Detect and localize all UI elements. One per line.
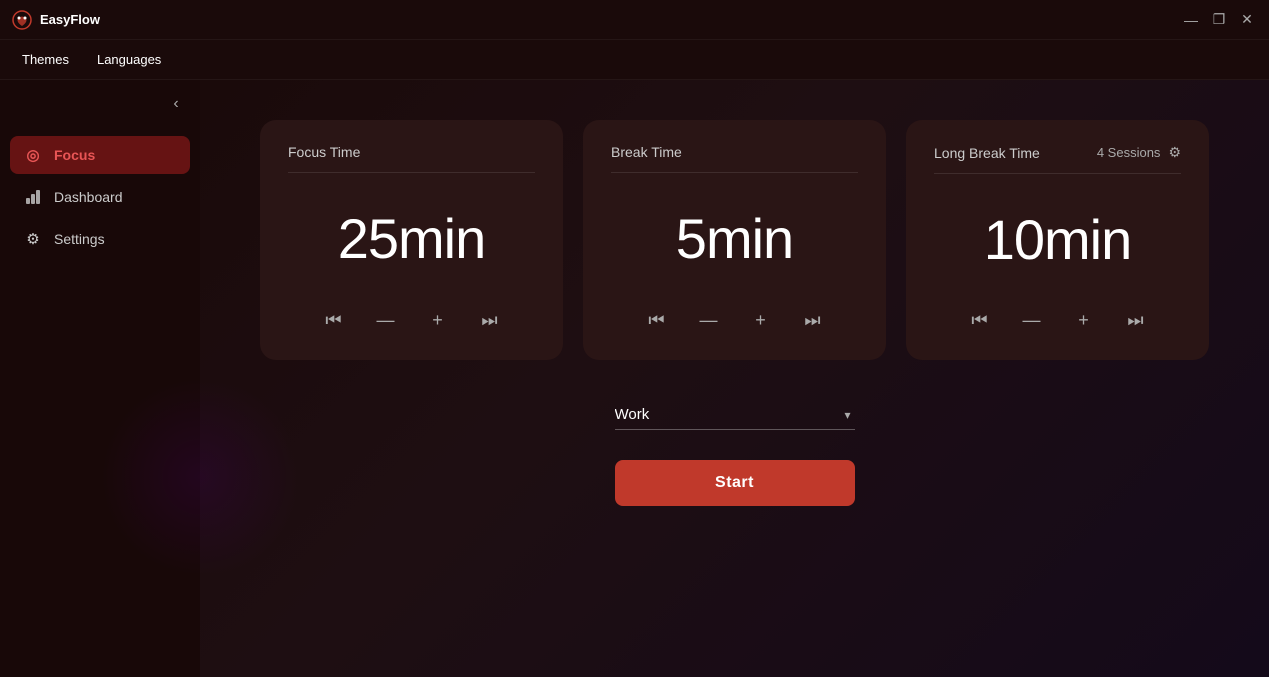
break-plus-button[interactable]: + [745, 304, 777, 336]
menu-themes[interactable]: Themes [8, 46, 83, 73]
long-break-time-display: 10min [984, 190, 1132, 288]
long-break-time-controls: ⏮ — + ⏭ [964, 304, 1152, 336]
work-dropdown-wrapper: Work Study Personal Exercise ▾ [615, 400, 855, 430]
focus-skip-back-button[interactable]: ⏮ [318, 304, 350, 336]
content-area: Focus Time 25min ⏮ — + ⏭ Break Time 5min… [200, 80, 1269, 677]
focus-icon: ◎ [24, 146, 42, 164]
break-skip-back-button[interactable]: ⏮ [641, 304, 673, 336]
long-break-time-title: Long Break Time [934, 145, 1040, 161]
long-break-skip-back-button[interactable]: ⏮ [964, 304, 996, 336]
break-minus-button[interactable]: — [693, 304, 725, 336]
sidebar: ‹ ◎ Focus Dashboard ⚙ Settings [0, 80, 200, 677]
titlebar: EasyFlow — ❐ ✕ [0, 0, 1269, 40]
menu-languages[interactable]: Languages [83, 46, 175, 73]
close-button[interactable]: ✕ [1237, 10, 1257, 30]
sessions-count-label: 4 Sessions [1097, 145, 1161, 160]
sidebar-item-dashboard[interactable]: Dashboard [10, 178, 190, 216]
main-layout: ‹ ◎ Focus Dashboard ⚙ Settings [0, 80, 1269, 677]
sidebar-nav: ◎ Focus Dashboard ⚙ Settings [0, 136, 200, 258]
long-break-time-card: Long Break Time 4 Sessions ⚙ 10min ⏮ — +… [906, 120, 1209, 360]
minimize-button[interactable]: — [1181, 10, 1201, 30]
long-break-minus-button[interactable]: — [1016, 304, 1048, 336]
focus-time-card: Focus Time 25min ⏮ — + ⏭ [260, 120, 563, 360]
sessions-gear-icon[interactable]: ⚙ [1168, 144, 1181, 161]
long-break-plus-button[interactable]: + [1068, 304, 1100, 336]
titlebar-controls: — ❐ ✕ [1181, 10, 1257, 30]
sidebar-collapse-button[interactable]: ‹ [162, 90, 190, 118]
break-time-controls: ⏮ — + ⏭ [641, 304, 829, 336]
app-title: EasyFlow [40, 12, 100, 27]
focus-skip-forward-button[interactable]: ⏭ [474, 304, 506, 336]
focus-time-controls: ⏮ — + ⏭ [318, 304, 506, 336]
sessions-info: 4 Sessions ⚙ [1097, 144, 1181, 161]
break-time-card: Break Time 5min ⏮ — + ⏭ [583, 120, 886, 360]
break-skip-forward-button[interactable]: ⏭ [797, 304, 829, 336]
focus-time-title: Focus Time [288, 144, 360, 160]
long-break-time-card-header: Long Break Time 4 Sessions ⚙ [934, 144, 1181, 174]
sidebar-item-settings-label: Settings [54, 231, 105, 247]
work-dropdown[interactable]: Work Study Personal Exercise [615, 400, 855, 430]
break-time-card-header: Break Time [611, 144, 858, 173]
break-time-title: Break Time [611, 144, 682, 160]
sidebar-item-settings[interactable]: ⚙ Settings [10, 220, 190, 258]
sidebar-item-dashboard-label: Dashboard [54, 189, 123, 205]
break-time-display: 5min [676, 189, 793, 288]
focus-time-card-header: Focus Time [288, 144, 535, 173]
dashboard-icon [24, 188, 42, 206]
cards-row: Focus Time 25min ⏮ — + ⏭ Break Time 5min… [260, 120, 1209, 360]
app-logo-icon [12, 10, 32, 30]
titlebar-left: EasyFlow [12, 10, 100, 30]
focus-minus-button[interactable]: — [370, 304, 402, 336]
long-break-skip-forward-button[interactable]: ⏭ [1120, 304, 1152, 336]
sidebar-item-focus-label: Focus [54, 147, 95, 163]
menubar: Themes Languages [0, 40, 1269, 80]
focus-time-display: 25min [338, 189, 486, 288]
focus-plus-button[interactable]: + [422, 304, 454, 336]
restore-button[interactable]: ❐ [1209, 10, 1229, 30]
settings-icon: ⚙ [24, 230, 42, 248]
sidebar-item-focus[interactable]: ◎ Focus [10, 136, 190, 174]
start-button[interactable]: Start [615, 460, 855, 506]
